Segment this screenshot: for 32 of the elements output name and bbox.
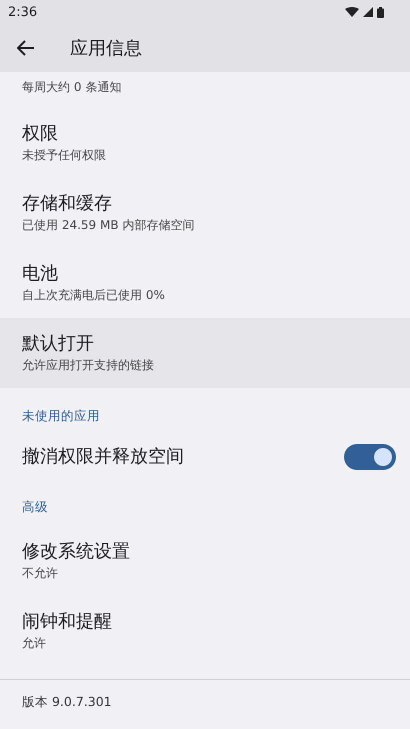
settings-item[interactable]: 存储和缓存 已使用 24.59 MB 内部存储空间 <box>0 178 410 248</box>
item-summary: 已使用 24.59 MB 内部存储空间 <box>22 217 196 234</box>
settings-item[interactable]: 默认打开 允许应用打开支持的链接 <box>0 318 410 388</box>
screen-title: 应用信息 <box>70 37 142 60</box>
item-summary: 每周大约 0 条通知 <box>22 79 122 96</box>
settings-item[interactable]: 闹钟和提醒 允许 <box>0 596 410 666</box>
item-title: 默认打开 <box>22 332 95 356</box>
section-header: 未使用的应用 <box>21 407 101 425</box>
item-summary: 允许 <box>22 635 47 652</box>
item-summary: 允许应用打开支持的链接 <box>22 357 155 374</box>
settings-item[interactable]: 权限 未授予任何权限 <box>0 108 410 178</box>
version-text: 版本 9.0.7.301 <box>21 693 113 711</box>
item-title: 电池 <box>22 262 59 286</box>
settings-item[interactable]: 电池 自上次充满电后已使用 0% <box>0 248 410 318</box>
toggle-switch[interactable] <box>344 444 396 470</box>
settings-item[interactable]: 每周大约 0 条通知 <box>0 72 410 108</box>
item-title: 存储和缓存 <box>22 192 113 216</box>
item-title: 权限 <box>22 122 59 146</box>
item-title: 修改系统设置 <box>22 540 131 564</box>
settings-item[interactable]: 修改系统设置 不允许 <box>0 526 410 596</box>
item-summary: 未授予任何权限 <box>22 147 107 164</box>
item-summary: 自上次充满电后已使用 0% <box>22 287 166 304</box>
item-title: 闹钟和提醒 <box>22 610 113 634</box>
clock: 2:36 <box>8 4 38 20</box>
settings-item[interactable]: 撤消权限并释放空间 <box>0 435 410 479</box>
section-header: 高级 <box>21 498 49 516</box>
signal-icon <box>363 7 373 17</box>
battery-icon <box>377 6 384 18</box>
item-summary: 不允许 <box>22 565 59 582</box>
wifi-icon <box>345 7 359 17</box>
back-arrow-icon[interactable] <box>17 40 35 56</box>
item-title: 撤消权限并释放空间 <box>22 445 185 469</box>
